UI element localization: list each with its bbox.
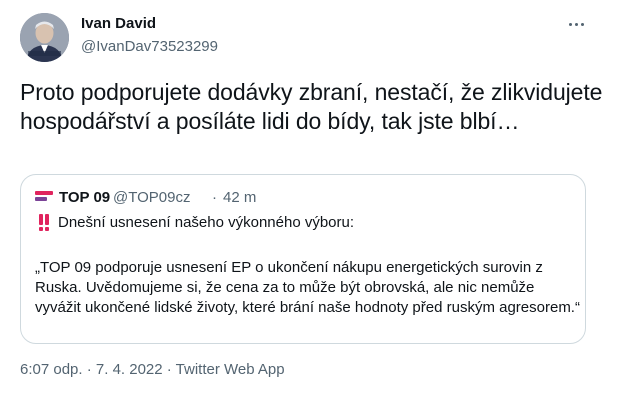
top09-logo-icon bbox=[35, 191, 53, 201]
quoted-paragraph: „TOP 09 podporuje usnesení EP o ukončení… bbox=[35, 259, 580, 316]
author-name[interactable]: Ivan David bbox=[81, 15, 156, 32]
avatar-portrait-icon bbox=[20, 13, 69, 62]
quoted-tweet[interactable]: TOP 09 @TOP09cz · 42 m Dnešní usnesení n… bbox=[20, 174, 586, 344]
tweet-text: Proto podporujete dodávky zbraní, nestač… bbox=[20, 79, 603, 134]
quoted-separator: · bbox=[212, 189, 217, 206]
tweet: Ivan David @IvanDav73523299 Proto podpor… bbox=[0, 0, 620, 406]
quoted-time: 42 m bbox=[223, 189, 257, 206]
quoted-author-handle: @TOP09cz bbox=[113, 189, 191, 206]
avatar[interactable] bbox=[20, 13, 69, 62]
tweet-timestamp[interactable]: 6:07 odp. · 7. 4. 2022 · Twitter Web App bbox=[20, 361, 285, 378]
author-handle[interactable]: @IvanDav73523299 bbox=[81, 38, 218, 55]
more-horizontal-icon[interactable] bbox=[566, 14, 586, 34]
quoted-author-name: TOP 09 bbox=[59, 189, 111, 206]
double-exclamation-icon bbox=[37, 213, 51, 231]
quoted-first-line: Dnešní usnesení našeho výkonného výboru: bbox=[58, 214, 355, 231]
